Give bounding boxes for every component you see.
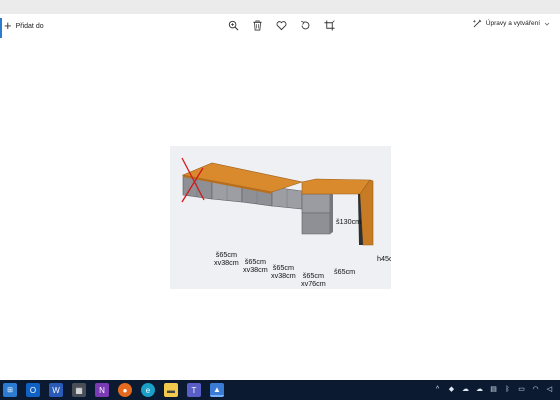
delete-icon[interactable] bbox=[250, 18, 264, 32]
photo-toolbar: + Přidat do Úpravy a vytváření bbox=[0, 14, 560, 38]
volume-icon[interactable]: ◁ bbox=[545, 383, 554, 395]
onedrive-icon[interactable]: ☁ bbox=[475, 383, 484, 395]
chevron-down-icon bbox=[544, 22, 550, 26]
dropbox-icon[interactable]: ◆ bbox=[447, 383, 456, 395]
word-icon[interactable]: W bbox=[49, 383, 63, 397]
dimension-label-cabinet-4: š65cm xv76cm bbox=[301, 271, 326, 288]
rotate-icon[interactable] bbox=[298, 18, 312, 32]
network-icon[interactable]: ▤ bbox=[489, 383, 498, 395]
edit-create-label: Úpravy a vytváření bbox=[485, 20, 540, 27]
dimension-label-cabinet-5: š65cm bbox=[334, 267, 356, 276]
furniture-photo[interactable]: š130cm h45cmxv76cm š65cm xv38cm š65cm xv… bbox=[170, 146, 391, 289]
window-titlebar bbox=[0, 0, 560, 14]
selection-accent bbox=[0, 18, 2, 38]
edit-create-icon bbox=[472, 19, 482, 28]
battery-icon[interactable]: ▭ bbox=[517, 383, 526, 395]
start-icon[interactable]: ⊞ bbox=[3, 383, 17, 397]
photos-icon[interactable]: ▲ bbox=[210, 383, 224, 397]
zoom-icon[interactable] bbox=[226, 18, 240, 32]
add-to-label: Přidat do bbox=[15, 22, 44, 30]
teams-icon[interactable]: T bbox=[187, 383, 201, 397]
chevron-up-icon[interactable]: ^ bbox=[433, 383, 442, 395]
cloud-icon[interactable]: ☁ bbox=[461, 383, 470, 395]
dimension-label-side: h45cmxv76cm bbox=[377, 254, 391, 263]
taskbar: ⊞ O W ▦ N ● e ▬ T ▲ ^ ◆ ☁ ☁ ▤ ᛒ ▭ ◠ ◁ bbox=[0, 380, 560, 400]
calculator-icon[interactable]: ▦ bbox=[72, 383, 86, 397]
explorer-icon[interactable]: ▬ bbox=[164, 383, 178, 397]
system-tray: ^ ◆ ☁ ☁ ▤ ᛒ ▭ ◠ ◁ bbox=[433, 383, 554, 395]
firefox-icon[interactable]: ● bbox=[118, 383, 132, 397]
dimension-label-cabinet-3: š65cm xv38cm bbox=[271, 263, 296, 280]
image-viewer: š130cm h45cmxv76cm š65cm xv38cm š65cm xv… bbox=[0, 38, 560, 380]
bluetooth-icon[interactable]: ᛒ bbox=[503, 383, 512, 395]
wifi-icon[interactable]: ◠ bbox=[531, 383, 540, 395]
edit-create-button[interactable]: Úpravy a vytváření bbox=[472, 19, 550, 28]
outlook-icon[interactable]: O bbox=[26, 383, 40, 397]
crop-icon[interactable] bbox=[322, 18, 336, 32]
favorite-icon[interactable] bbox=[274, 18, 288, 32]
edge-icon[interactable]: e bbox=[141, 383, 155, 397]
dimension-label-cabinet-1: š65cm xv38cm bbox=[214, 250, 239, 267]
dimension-label-top: š130cm bbox=[336, 217, 362, 226]
onenote-icon[interactable]: N bbox=[95, 383, 109, 397]
plus-icon: + bbox=[4, 18, 12, 33]
add-to-button[interactable]: + Přidat do bbox=[0, 18, 44, 38]
dimension-label-cabinet-2: š65cm xv38cm bbox=[243, 257, 268, 274]
tool-group bbox=[226, 18, 336, 32]
